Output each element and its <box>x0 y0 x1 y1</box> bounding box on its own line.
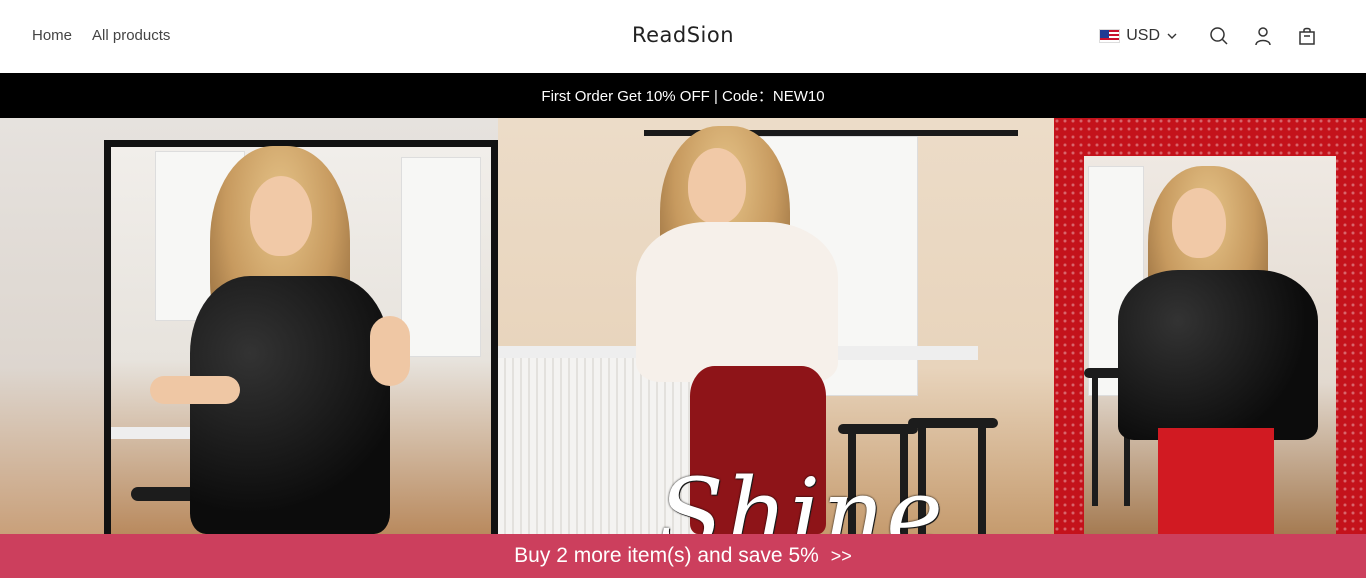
account-icon[interactable] <box>1252 25 1274 47</box>
promo-arrow: >> <box>830 545 852 566</box>
currency-selector[interactable]: USD <box>1099 27 1178 45</box>
site-header: Home All products ReadSion USD <box>0 0 1366 73</box>
chevron-down-icon <box>1167 33 1177 39</box>
model-left <box>150 146 430 534</box>
announcement-text: First Order Get 10% OFF | Code：NEW10 <box>541 88 825 105</box>
model-right <box>1118 166 1328 534</box>
logo-text[interactable]: ReadSion <box>632 23 734 47</box>
announcement-bar: First Order Get 10% OFF | Code：NEW10 <box>0 73 1366 118</box>
hero-script-text: Shine <box>658 458 945 534</box>
header-tools: USD <box>1099 22 1318 50</box>
hero-banner[interactable]: Shine <box>0 118 1366 534</box>
bundle-promo-bar[interactable]: Buy 2 more item(s) and save 5% >> <box>0 534 1366 578</box>
us-flag-icon <box>1099 29 1121 43</box>
cart-icon[interactable] <box>1296 25 1318 47</box>
promo-text: Buy 2 more item(s) and save 5% <box>514 544 819 567</box>
currency-label: USD <box>1126 27 1160 44</box>
search-icon[interactable] <box>1208 25 1230 47</box>
